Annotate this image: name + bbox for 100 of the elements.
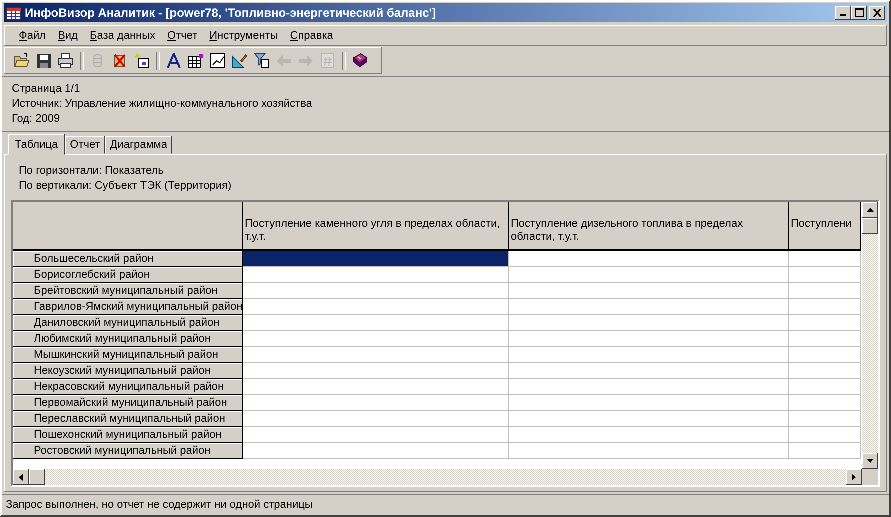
menu-item[interactable]: База данных — [84, 30, 162, 42]
table-cell[interactable] — [243, 427, 509, 443]
back-icon — [276, 52, 292, 68]
axis-text: По вертикали: Субъект ТЭК (Территория) — [19, 180, 232, 192]
scroll-down-button[interactable] — [862, 453, 878, 469]
table-cell[interactable] — [243, 283, 509, 299]
scroll-thumb[interactable] — [862, 218, 878, 234]
column-header[interactable]: Поступление дизельного топлива в пределах области, т.у.т. — [509, 202, 789, 251]
scroll-up-button[interactable] — [862, 202, 878, 218]
table-cell[interactable] — [789, 363, 861, 379]
menu-item[interactable]: Справка — [284, 30, 340, 42]
row-header[interactable]: Некрасовский муниципальный район — [13, 379, 243, 395]
table-cell[interactable] — [509, 411, 789, 427]
table-cell[interactable] — [509, 347, 789, 363]
scroll-thumb[interactable] — [29, 469, 45, 485]
table-cell[interactable] — [509, 283, 789, 299]
row-header[interactable]: Брейтовский муниципальный район — [13, 283, 243, 299]
table-cell[interactable] — [789, 347, 861, 363]
window-title: ИнфоВизор Аналитик - [power78, 'Топливно-энергетический баланс'] — [25, 6, 438, 20]
column-header[interactable]: Поступлени — [789, 202, 861, 251]
close-button[interactable] — [869, 6, 885, 20]
table-icon — [188, 52, 204, 68]
table-cell[interactable] — [789, 267, 861, 283]
row-header[interactable]: Мышкинский муниципальный район — [13, 347, 243, 363]
forward-icon — [298, 52, 314, 68]
table-cell[interactable] — [509, 427, 789, 443]
menu-item[interactable]: Инструменты — [204, 30, 284, 42]
open-icon — [14, 52, 30, 68]
hash-icon — [320, 52, 336, 68]
right-arrow-icon — [852, 474, 856, 480]
scroll-left-button[interactable] — [13, 469, 29, 485]
row-header[interactable]: Ростовский муниципальный район — [13, 443, 243, 459]
delete-icon — [112, 52, 128, 68]
tab[interactable]: Таблица — [8, 134, 66, 155]
row-header[interactable]: Любимский муниципальный район — [13, 331, 243, 347]
axis-text: По горизонтали: Показатель — [19, 165, 164, 177]
table-cell[interactable] — [789, 251, 861, 267]
table-cell[interactable] — [509, 251, 789, 267]
table-cell[interactable] — [243, 379, 509, 395]
maximize-icon — [854, 8, 864, 17]
table-cell[interactable] — [789, 411, 861, 427]
ruler-icon — [232, 52, 248, 68]
table-cell[interactable] — [243, 299, 509, 315]
row-header[interactable]: Даниловский муниципальный район — [13, 315, 243, 331]
table-cell[interactable] — [509, 315, 789, 331]
filter-icon — [254, 52, 270, 68]
table-cell[interactable] — [509, 299, 789, 315]
menu-item[interactable]: Отчет — [162, 30, 204, 42]
table-cell[interactable] — [243, 315, 509, 331]
table-cell[interactable] — [509, 379, 789, 395]
row-header[interactable]: Борисоглебский район — [13, 267, 243, 283]
save-icon — [36, 52, 52, 68]
scroll-right-button[interactable] — [846, 469, 862, 485]
table-cell[interactable] — [243, 395, 509, 411]
row-header[interactable]: Некоузский муниципальный район — [13, 363, 243, 379]
table-cell[interactable] — [789, 331, 861, 347]
column-header[interactable]: Поступление каменного угля в пределах области, т.у.т. — [243, 202, 509, 251]
table-icon — [6, 4, 22, 20]
table-cell[interactable] — [243, 443, 509, 459]
table-cell[interactable] — [789, 315, 861, 331]
table-cell[interactable] — [243, 347, 509, 363]
table-cell[interactable] — [509, 363, 789, 379]
table-cell[interactable] — [789, 299, 861, 315]
row-header[interactable]: Пошехонский муниципальный район — [13, 427, 243, 443]
row-header[interactable]: Переславский муниципальный район — [13, 411, 243, 427]
table-cell[interactable] — [509, 267, 789, 283]
maximize-button[interactable] — [851, 6, 867, 20]
font-icon — [166, 52, 182, 68]
table-cell[interactable] — [509, 395, 789, 411]
table-cell[interactable] — [789, 427, 861, 443]
row-header[interactable]: Гаврилов-Ямский муниципальный район — [13, 299, 243, 315]
table-cell[interactable] — [243, 411, 509, 427]
table-cell[interactable] — [243, 251, 509, 267]
menu-item[interactable]: Файл — [13, 30, 52, 42]
tab[interactable]: Отчет — [65, 136, 106, 154]
menu-item[interactable]: Вид — [52, 30, 84, 42]
status-text: Запрос выполнен, но отчет не содержит ни одной страницы — [6, 499, 313, 511]
down-arrow-icon — [866, 459, 874, 463]
table-cell[interactable] — [243, 331, 509, 347]
tab[interactable]: Диаграмма — [105, 136, 172, 154]
table-cell[interactable] — [243, 267, 509, 283]
chart-icon — [210, 52, 226, 68]
table-cell[interactable] — [509, 443, 789, 459]
row-header[interactable]: Первомайский муниципальный район — [13, 395, 243, 411]
table-cell[interactable] — [789, 443, 861, 459]
up-arrow-icon — [866, 208, 874, 212]
row-header[interactable]: Большесельский район — [13, 251, 243, 267]
table-cell[interactable] — [789, 379, 861, 395]
minimize-button[interactable] — [835, 6, 851, 20]
table-cell[interactable] — [509, 331, 789, 347]
print-icon — [58, 52, 74, 68]
info-text: Год: 2009 — [12, 113, 60, 125]
minimize-icon — [840, 14, 846, 16]
close-icon — [872, 8, 882, 16]
info-text: Источник: Управление жилищно-коммунального хозяйства — [12, 98, 312, 110]
table-cell[interactable] — [243, 363, 509, 379]
table-cell[interactable] — [789, 283, 861, 299]
scrollbar-corner — [862, 469, 878, 485]
info-text: Страница 1/1 — [12, 83, 80, 95]
table-cell[interactable] — [789, 395, 861, 411]
